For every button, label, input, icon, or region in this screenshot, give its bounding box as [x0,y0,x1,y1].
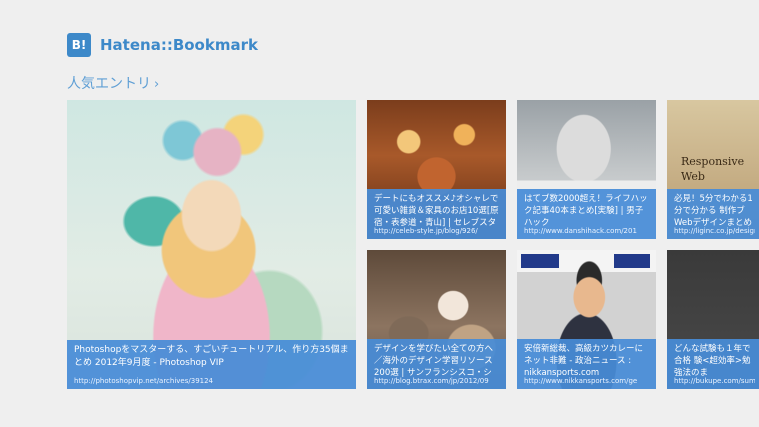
entry-url: http://blog.btrax.com/jp/2012/09 [374,377,489,385]
entry-url: http://bukupe.com/sum [674,377,755,385]
sign-shape [521,254,559,268]
entry-url: http://celeb-style.jp/blog/926/ [374,227,478,235]
app-window: B! Hatena::Bookmark 人気エントリ › Photoshopをマス… [0,0,759,427]
entry-tile-nikkansports[interactable]: 安倍新総裁、高級カツカレーにネット非難 - 政治ニュース : nikkanspo… [517,250,656,389]
entry-url: http://www.danshihack.com/201 [524,227,637,235]
entry-title: 安倍新総裁、高級カツカレーにネット非難 - 政治ニュース : nikkanspo… [524,344,644,378]
entry-tile-bukupe[interactable]: どんな試験も１年で合格 験<超効率>勉強法のま http://bukupe.co… [667,250,759,389]
entry-tile-liginc[interactable]: Responsive Web 必見！5分でわかる1分で分かる 制作ブWebデザイ… [667,100,759,239]
entry-title: どんな試験も１年で合格 験<超効率>勉強法のま [674,344,751,378]
entry-tile-btrax[interactable]: デザインを学びたい全ての方へ／海外のデザイン学習リソース200選 | サンフラン… [367,250,506,389]
entry-caption: 必見！5分でわかる1分で分かる 制作ブWebデザインまとめ 制作 http://… [667,189,759,239]
entry-url: http://photoshopvip.net/archives/39124 [74,377,214,385]
entry-caption: デザインを学びたい全ての方へ／海外のデザイン学習リソース200選 | サンフラン… [367,339,506,389]
entry-url: http://www.nikkansports.com/ge [524,377,638,385]
entry-caption: はてブ数2000超え！ライフハック記事40本まとめ[実験] | 男子ハック ht… [517,189,656,239]
chevron-right-icon: › [154,77,160,92]
entry-title: 必見！5分でわかる1分で分かる 制作ブWebデザインまとめ 制作 [674,194,753,228]
popular-entries-link[interactable]: 人気エントリ › [67,74,159,95]
entry-url: http://liginc.co.jp/design [674,227,755,235]
entry-caption: 安倍新総裁、高級カツカレーにネット非難 - 政治ニュース : nikkanspo… [517,339,656,389]
responsive-web-image-text: Responsive Web [681,155,745,183]
entry-tile-celeb-style[interactable]: デートにもオススメ♪オシャレで可愛い雑貨＆家具のお店10選[原宿・表参道・青山]… [367,100,506,239]
hatena-bookmark-logo-icon: B! [67,33,91,57]
entry-title: はてブ数2000超え！ライフハック記事40本まとめ[実験] | 男子ハック [524,194,648,228]
entry-title: Photoshopをマスターする、すごいチュートリアル、作り方35個まとめ 20… [74,345,349,368]
entry-tile-danshihack[interactable]: はてブ数2000超え！ライフハック記事40本まとめ[実験] | 男子ハック ht… [517,100,656,239]
entry-title: デートにもオススメ♪オシャレで可愛い雑貨＆家具のお店10選[原宿・表参道・青山]… [374,194,499,228]
section-title-label: 人気エントリ [67,76,151,92]
entry-caption: デートにもオススメ♪オシャレで可愛い雑貨＆家具のお店10選[原宿・表参道・青山]… [367,189,506,239]
entry-tile-photoshop-vip[interactable]: Photoshopをマスターする、すごいチュートリアル、作り方35個まとめ 20… [67,100,356,389]
entry-caption: Photoshopをマスターする、すごいチュートリアル、作り方35個まとめ 20… [67,340,356,389]
entry-title: デザインを学びたい全ての方へ／海外のデザイン学習リソース200選 | サンフラン… [374,344,494,378]
app-title: Hatena::Bookmark [100,36,258,54]
entry-caption: どんな試験も１年で合格 験<超効率>勉強法のま http://bukupe.co… [667,339,759,389]
sign-shape [614,254,650,268]
